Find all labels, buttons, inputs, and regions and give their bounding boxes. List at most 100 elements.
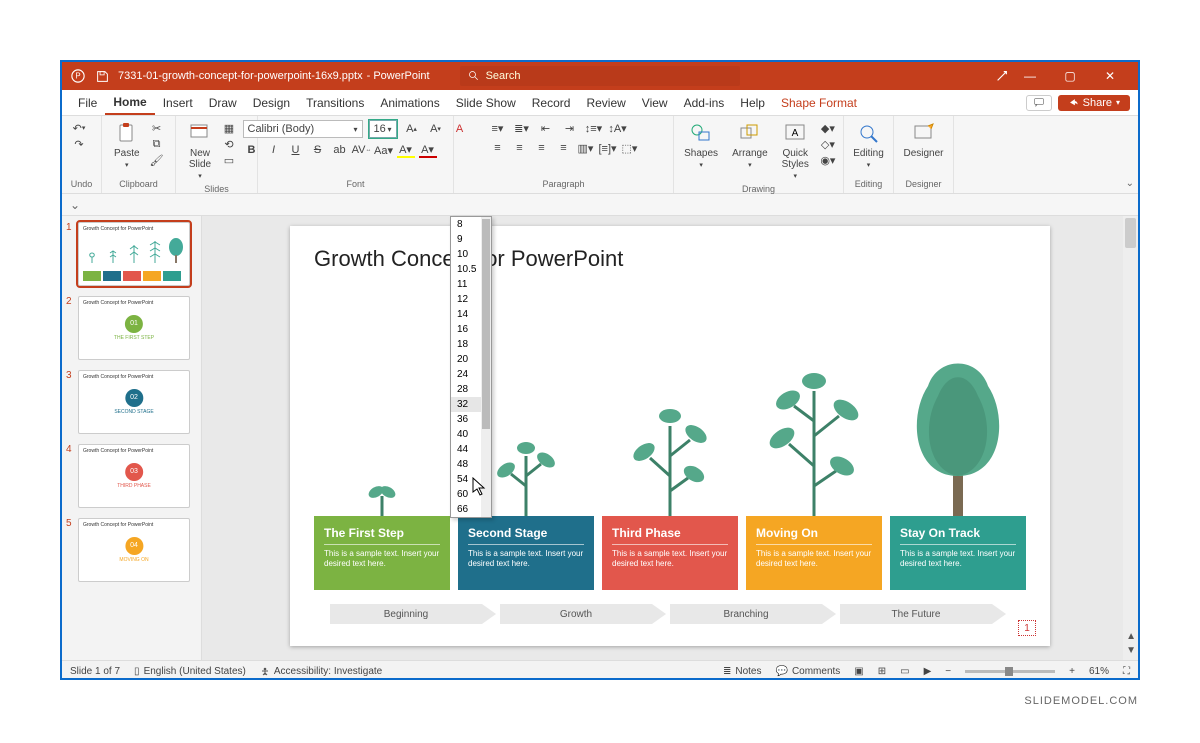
menu-addins[interactable]: Add-ins [676, 92, 733, 114]
shapes-button[interactable]: Shapes▾ [680, 120, 722, 182]
bold-button[interactable]: B [243, 142, 261, 158]
align-left-button[interactable]: ≡ [489, 140, 507, 156]
format-painter-button[interactable]: 🖌 [148, 152, 166, 168]
italic-button[interactable]: I [265, 142, 283, 158]
cut-button[interactable]: ✂ [148, 120, 166, 136]
thumbnail-5[interactable]: 5 Growth Concept for PowerPoint 04 MOVIN… [66, 518, 197, 582]
quick-customize-icon[interactable]: ⌄ [70, 198, 80, 212]
fit-to-window-icon[interactable]: ⛶ [1123, 666, 1130, 677]
line-spacing-button[interactable]: ↕≡▾ [585, 120, 603, 136]
layout-button[interactable]: ▦ [220, 120, 238, 136]
arrow-3[interactable]: Branching [670, 604, 822, 624]
maximize-button[interactable]: ▢ [1050, 69, 1090, 83]
menu-view[interactable]: View [634, 92, 676, 114]
reset-button[interactable]: ⟲ [220, 136, 238, 152]
slide[interactable]: Growth Concept for PowerPoint The First … [290, 226, 1050, 646]
menu-slideshow[interactable]: Slide Show [448, 92, 524, 114]
minimize-button[interactable]: — [1010, 69, 1050, 83]
zoom-in-button[interactable]: + [1069, 666, 1075, 677]
menu-design[interactable]: Design [245, 92, 298, 114]
text-direction-button[interactable]: ↕A▾ [609, 120, 627, 136]
status-accessibility[interactable]: Accessibility: Investigate [260, 666, 382, 677]
shape-outline-button[interactable]: ◇▾ [819, 136, 837, 152]
status-language[interactable]: ▯ English (United States) [134, 666, 246, 677]
search-box[interactable]: Search [460, 66, 740, 86]
align-text-button[interactable]: [≡]▾ [599, 140, 617, 156]
editing-button[interactable]: Editing▾ [849, 120, 888, 171]
thumbnail-1[interactable]: 1 Growth Concept for PowerPoint [66, 222, 197, 286]
redo-button[interactable]: ↷ [70, 136, 88, 152]
columns-button[interactable]: ▥▾ [577, 140, 595, 156]
comments-toggle-button[interactable] [1026, 95, 1052, 111]
menu-animations[interactable]: Animations [372, 92, 447, 114]
shadow-button[interactable]: ab [331, 142, 349, 158]
menu-draw[interactable]: Draw [201, 92, 245, 114]
share-button[interactable]: Share ▾ [1058, 95, 1130, 111]
designer-button[interactable]: Designer [899, 120, 947, 161]
slide-thumbnails-panel[interactable]: 1 Growth Concept for PowerPoint 2 Growth… [62, 216, 202, 660]
save-icon[interactable] [94, 68, 110, 84]
copy-button[interactable]: ⧉ [148, 136, 166, 152]
paste-button[interactable]: Paste▾ [110, 120, 144, 171]
menu-transitions[interactable]: Transitions [298, 92, 372, 114]
menu-home[interactable]: Home [105, 91, 154, 115]
card-1[interactable]: The First StepThis is a sample text. Ins… [314, 516, 450, 590]
view-reading-icon[interactable]: ▭ [900, 666, 909, 677]
char-spacing-button[interactable]: AV↔ [353, 142, 371, 158]
ribbon-collapse-icon[interactable]: ⌄ [1126, 178, 1134, 189]
zoom-slider[interactable] [965, 670, 1055, 673]
highlight-button[interactable]: A▾ [397, 142, 415, 158]
menu-insert[interactable]: Insert [155, 92, 201, 114]
arrange-button[interactable]: Arrange▾ [728, 120, 772, 182]
card-4[interactable]: Moving OnThis is a sample text. Insert y… [746, 516, 882, 590]
menu-record[interactable]: Record [524, 92, 579, 114]
dropdown-scrollbar[interactable] [481, 217, 491, 517]
view-normal-icon[interactable]: ▣ [854, 666, 863, 677]
font-color-button[interactable]: A▾ [419, 142, 437, 158]
thumbnail-3[interactable]: 3 Growth Concept for PowerPoint 02 SECON… [66, 370, 197, 434]
menu-shape-format[interactable]: Shape Format [773, 92, 865, 114]
view-sorter-icon[interactable]: ⊞ [878, 666, 886, 677]
notes-button[interactable]: ≣ Notes [723, 666, 762, 677]
decrease-indent-button[interactable]: ⇤ [537, 120, 555, 136]
arrow-2[interactable]: Growth [500, 604, 652, 624]
zoom-out-button[interactable]: − [945, 666, 951, 677]
increase-font-button[interactable]: A▴ [403, 121, 421, 137]
font-size-dropdown[interactable]: 891010.511121416182024283236404448546066 [450, 216, 492, 518]
undo-button[interactable]: ↶▾ [70, 120, 88, 136]
numbering-button[interactable]: ≣▾ [513, 120, 531, 136]
menu-file[interactable]: File [70, 92, 105, 114]
decrease-font-button[interactable]: A▾ [427, 121, 445, 137]
menu-review[interactable]: Review [578, 92, 633, 114]
card-3[interactable]: Third PhaseThis is a sample text. Insert… [602, 516, 738, 590]
card-2[interactable]: Second StageThis is a sample text. Inser… [458, 516, 594, 590]
comments-button[interactable]: 💬 Comments [775, 666, 840, 677]
page-number-placeholder[interactable]: 1 [1018, 620, 1036, 636]
section-button[interactable]: ▭ [220, 152, 238, 168]
font-size-combo[interactable]: 16▾ [369, 120, 397, 138]
coming-soon-icon[interactable] [994, 68, 1010, 84]
underline-button[interactable]: U [287, 142, 305, 158]
arrow-4[interactable]: The Future [840, 604, 992, 624]
new-slide-button[interactable]: New Slide▾ [184, 120, 216, 182]
slide-title[interactable]: Growth Concept for PowerPoint [314, 246, 1026, 272]
thumbnail-4[interactable]: 4 Growth Concept for PowerPoint 03 THIRD… [66, 444, 197, 508]
bullets-button[interactable]: ≡▾ [489, 120, 507, 136]
thumbnail-2[interactable]: 2 Growth Concept for PowerPoint 01 THE F… [66, 296, 197, 360]
slide-canvas-area[interactable]: Growth Concept for PowerPoint The First … [202, 216, 1138, 660]
font-name-combo[interactable]: Calibri (Body)▾ [243, 120, 363, 138]
shape-effects-button[interactable]: ◉▾ [819, 152, 837, 168]
vertical-scrollbar[interactable] [1123, 216, 1138, 660]
align-right-button[interactable]: ≡ [533, 140, 551, 156]
shape-fill-button[interactable]: ◆▾ [819, 120, 837, 136]
strike-button[interactable]: S [309, 142, 327, 158]
smartart-button[interactable]: ⬚▾ [621, 140, 639, 156]
slide-nav-arrows[interactable]: ▲▼ [1126, 631, 1136, 656]
zoom-level[interactable]: 61% [1089, 666, 1109, 677]
close-button[interactable]: ✕ [1090, 69, 1130, 83]
quick-styles-button[interactable]: A Quick Styles▾ [778, 120, 813, 182]
increase-indent-button[interactable]: ⇥ [561, 120, 579, 136]
justify-button[interactable]: ≡ [555, 140, 573, 156]
card-5[interactable]: Stay On TrackThis is a sample text. Inse… [890, 516, 1026, 590]
view-slideshow-icon[interactable]: ▶ [924, 666, 932, 677]
